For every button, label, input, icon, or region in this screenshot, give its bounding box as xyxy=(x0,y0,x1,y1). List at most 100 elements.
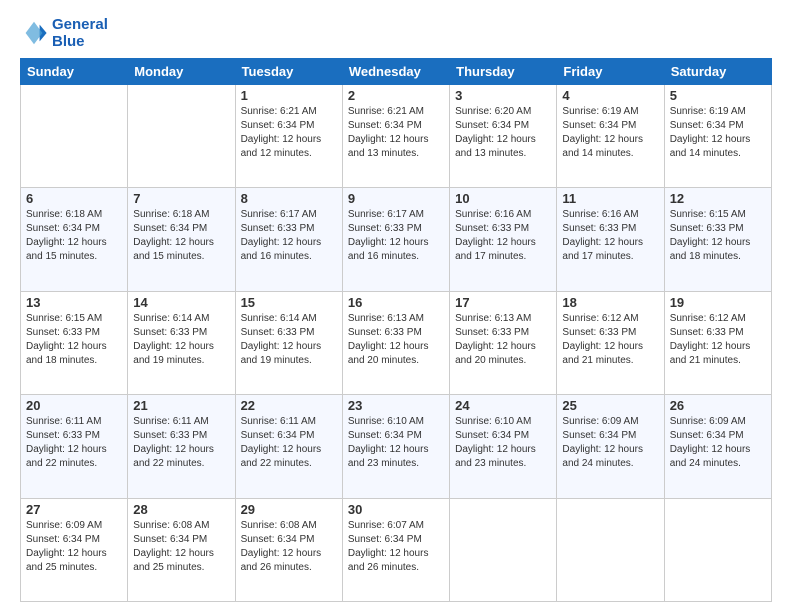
day-number: 5 xyxy=(670,88,766,103)
day-info: Sunrise: 6:21 AM Sunset: 6:34 PM Dayligh… xyxy=(241,105,337,161)
day-number: 17 xyxy=(455,295,551,310)
day-info: Sunrise: 6:14 AM Sunset: 6:33 PM Dayligh… xyxy=(133,312,229,368)
day-number: 30 xyxy=(348,502,444,517)
day-cell: 30 Sunrise: 6:07 AM Sunset: 6:34 PM Dayli… xyxy=(342,498,449,601)
day-cell: 12Sunrise: 6:15 AM Sunset: 6:33 PM Dayli… xyxy=(664,188,771,291)
col-header-thursday: Thursday xyxy=(450,59,557,85)
day-cell: 8Sunrise: 6:17 AM Sunset: 6:33 PM Daylig… xyxy=(235,188,342,291)
day-number: 10 xyxy=(455,191,551,206)
calendar-header-row: SundayMondayTuesdayWednesdayThursdayFrid… xyxy=(21,59,772,85)
day-info: Sunrise: 6:21 AM Sunset: 6:34 PM Dayligh… xyxy=(348,105,444,161)
day-number: 13 xyxy=(26,295,122,310)
week-row-3: 13 Sunrise: 6:15 AM Sunset: 6:33 PM Dayli… xyxy=(21,291,772,394)
day-cell: 26 Sunrise: 6:09 AM Sunset: 6:34 PM Dayli… xyxy=(664,395,771,498)
day-number: 1 xyxy=(241,88,337,103)
day-info: Sunrise: 6:16 AM Sunset: 6:33 PM Dayligh… xyxy=(562,208,658,264)
day-number: 12 xyxy=(670,191,766,206)
week-row-2: 6 Sunrise: 6:18 AM Sunset: 6:34 PM Daylig… xyxy=(21,188,772,291)
day-cell: 19Sunrise: 6:12 AM Sunset: 6:33 PM Dayli… xyxy=(664,291,771,394)
day-info: Sunrise: 6:11 AM Sunset: 6:33 PM Dayligh… xyxy=(133,415,229,471)
day-cell: 23 Sunrise: 6:10 AM Sunset: 6:34 PM Dayli… xyxy=(342,395,449,498)
day-cell: 22 Sunrise: 6:11 AM Sunset: 6:34 PM Dayli… xyxy=(235,395,342,498)
day-info: Sunrise: 6:20 AM Sunset: 6:34 PM Dayligh… xyxy=(455,105,551,161)
day-cell: 9 Sunrise: 6:17 AM Sunset: 6:33 PM Daylig… xyxy=(342,188,449,291)
day-cell: 1 Sunrise: 6:21 AM Sunset: 6:34 PM Daylig… xyxy=(235,85,342,188)
day-cell: 5 Sunrise: 6:19 AM Sunset: 6:34 PM Daylig… xyxy=(664,85,771,188)
day-cell xyxy=(450,498,557,601)
day-info: Sunrise: 6:10 AM Sunset: 6:34 PM Dayligh… xyxy=(455,415,551,471)
day-cell: 13 Sunrise: 6:15 AM Sunset: 6:33 PM Dayli… xyxy=(21,291,128,394)
col-header-tuesday: Tuesday xyxy=(235,59,342,85)
day-number: 6 xyxy=(26,191,122,206)
day-info: Sunrise: 6:13 AM Sunset: 6:33 PM Dayligh… xyxy=(348,312,444,368)
day-number: 23 xyxy=(348,398,444,413)
day-info: Sunrise: 6:12 AM Sunset: 6:33 PM Dayligh… xyxy=(670,312,766,368)
day-info: Sunrise: 6:19 AM Sunset: 6:34 PM Dayligh… xyxy=(670,105,766,161)
day-info: Sunrise: 6:11 AM Sunset: 6:34 PM Dayligh… xyxy=(241,415,337,471)
calendar: SundayMondayTuesdayWednesdayThursdayFrid… xyxy=(20,58,772,602)
day-info: Sunrise: 6:15 AM Sunset: 6:33 PM Dayligh… xyxy=(26,312,122,368)
col-header-wednesday: Wednesday xyxy=(342,59,449,85)
day-cell xyxy=(128,85,235,188)
day-info: Sunrise: 6:18 AM Sunset: 6:34 PM Dayligh… xyxy=(26,208,122,264)
day-info: Sunrise: 6:12 AM Sunset: 6:33 PM Dayligh… xyxy=(562,312,658,368)
col-header-saturday: Saturday xyxy=(664,59,771,85)
day-info: Sunrise: 6:17 AM Sunset: 6:33 PM Dayligh… xyxy=(241,208,337,264)
day-number: 27 xyxy=(26,502,122,517)
day-cell xyxy=(664,498,771,601)
day-number: 16 xyxy=(348,295,444,310)
day-cell: 25 Sunrise: 6:09 AM Sunset: 6:34 PM Dayli… xyxy=(557,395,664,498)
day-number: 25 xyxy=(562,398,658,413)
day-cell xyxy=(21,85,128,188)
day-info: Sunrise: 6:09 AM Sunset: 6:34 PM Dayligh… xyxy=(562,415,658,471)
day-info: Sunrise: 6:08 AM Sunset: 6:34 PM Dayligh… xyxy=(133,519,229,575)
col-header-sunday: Sunday xyxy=(21,59,128,85)
day-cell: 29Sunrise: 6:08 AM Sunset: 6:34 PM Dayli… xyxy=(235,498,342,601)
day-number: 2 xyxy=(348,88,444,103)
day-info: Sunrise: 6:19 AM Sunset: 6:34 PM Dayligh… xyxy=(562,105,658,161)
header: General Blue xyxy=(20,16,772,50)
day-number: 9 xyxy=(348,191,444,206)
day-info: Sunrise: 6:17 AM Sunset: 6:33 PM Dayligh… xyxy=(348,208,444,264)
day-info: Sunrise: 6:18 AM Sunset: 6:34 PM Dayligh… xyxy=(133,208,229,264)
logo: General Blue xyxy=(20,16,108,50)
day-number: 24 xyxy=(455,398,551,413)
day-info: Sunrise: 6:14 AM Sunset: 6:33 PM Dayligh… xyxy=(241,312,337,368)
day-number: 11 xyxy=(562,191,658,206)
week-row-1: 1 Sunrise: 6:21 AM Sunset: 6:34 PM Daylig… xyxy=(21,85,772,188)
day-cell: 3Sunrise: 6:20 AM Sunset: 6:34 PM Daylig… xyxy=(450,85,557,188)
day-info: Sunrise: 6:09 AM Sunset: 6:34 PM Dayligh… xyxy=(26,519,122,575)
day-number: 26 xyxy=(670,398,766,413)
day-number: 20 xyxy=(26,398,122,413)
day-cell: 18 Sunrise: 6:12 AM Sunset: 6:33 PM Dayli… xyxy=(557,291,664,394)
day-info: Sunrise: 6:09 AM Sunset: 6:34 PM Dayligh… xyxy=(670,415,766,471)
day-cell: 6 Sunrise: 6:18 AM Sunset: 6:34 PM Daylig… xyxy=(21,188,128,291)
day-info: Sunrise: 6:07 AM Sunset: 6:34 PM Dayligh… xyxy=(348,519,444,575)
page: General Blue SundayMondayTuesdayWednesda… xyxy=(0,0,792,612)
day-cell: 27 Sunrise: 6:09 AM Sunset: 6:34 PM Dayli… xyxy=(21,498,128,601)
day-cell: 17 Sunrise: 6:13 AM Sunset: 6:33 PM Dayli… xyxy=(450,291,557,394)
day-info: Sunrise: 6:08 AM Sunset: 6:34 PM Dayligh… xyxy=(241,519,337,575)
day-cell: 2 Sunrise: 6:21 AM Sunset: 6:34 PM Daylig… xyxy=(342,85,449,188)
day-cell: 28 Sunrise: 6:08 AM Sunset: 6:34 PM Dayli… xyxy=(128,498,235,601)
day-cell: 10Sunrise: 6:16 AM Sunset: 6:33 PM Dayli… xyxy=(450,188,557,291)
logo-icon xyxy=(20,19,48,47)
day-cell: 14 Sunrise: 6:14 AM Sunset: 6:33 PM Dayli… xyxy=(128,291,235,394)
day-number: 22 xyxy=(241,398,337,413)
day-cell: 7 Sunrise: 6:18 AM Sunset: 6:34 PM Daylig… xyxy=(128,188,235,291)
day-cell: 16 Sunrise: 6:13 AM Sunset: 6:33 PM Dayli… xyxy=(342,291,449,394)
col-header-monday: Monday xyxy=(128,59,235,85)
day-info: Sunrise: 6:10 AM Sunset: 6:34 PM Dayligh… xyxy=(348,415,444,471)
day-info: Sunrise: 6:13 AM Sunset: 6:33 PM Dayligh… xyxy=(455,312,551,368)
day-info: Sunrise: 6:11 AM Sunset: 6:33 PM Dayligh… xyxy=(26,415,122,471)
day-number: 18 xyxy=(562,295,658,310)
day-number: 15 xyxy=(241,295,337,310)
day-cell: 15 Sunrise: 6:14 AM Sunset: 6:33 PM Dayli… xyxy=(235,291,342,394)
day-cell: 20 Sunrise: 6:11 AM Sunset: 6:33 PM Dayli… xyxy=(21,395,128,498)
day-number: 4 xyxy=(562,88,658,103)
day-number: 14 xyxy=(133,295,229,310)
day-cell: 4 Sunrise: 6:19 AM Sunset: 6:34 PM Daylig… xyxy=(557,85,664,188)
day-number: 28 xyxy=(133,502,229,517)
day-number: 7 xyxy=(133,191,229,206)
day-cell: 11 Sunrise: 6:16 AM Sunset: 6:33 PM Dayli… xyxy=(557,188,664,291)
